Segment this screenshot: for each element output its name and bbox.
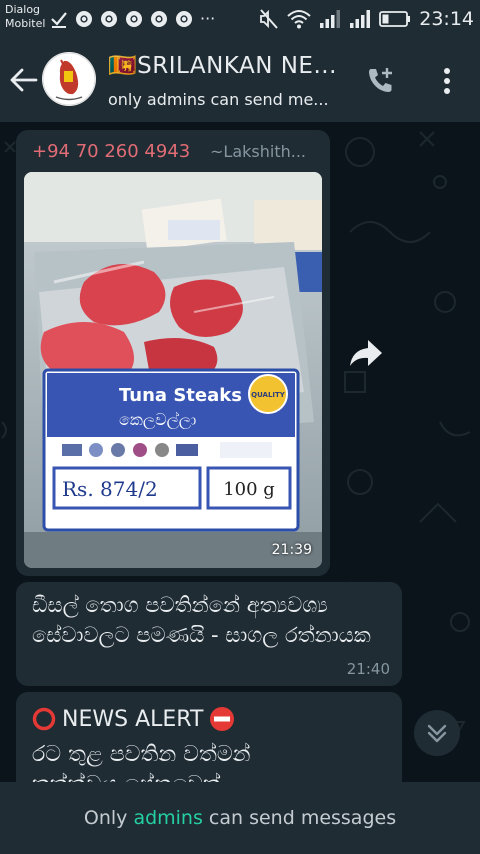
scroll-to-bottom-button[interactable] [414, 710, 460, 756]
status-bar: Dialog Mobitel ··· 23:14 [0, 0, 480, 38]
chrome-icon [151, 10, 167, 27]
image-message-bubble[interactable]: +94 70 260 4943 ~Lakshith... Tuna Steaks… [16, 130, 330, 576]
screen: Dialog Mobitel ··· 23:14 🇱🇰SRILANKAN NE.… [0, 0, 480, 854]
double-chevron-down-icon [427, 724, 447, 743]
quality-seal: QUALITY [251, 391, 286, 399]
news-alert-heading: NEWS ALERT [32, 706, 235, 732]
signal-icon [350, 10, 371, 28]
carrier-line-2: Mobitel [5, 17, 46, 30]
admins-link[interactable]: admins [133, 807, 202, 829]
news-alert-text: NEWS ALERT [62, 706, 204, 732]
red-circle-icon [32, 707, 56, 731]
tuna-steaks-photo: Tuna Steaks කෙලවල්ලා QUALITY Rs. 874/2 1… [24, 172, 322, 568]
message-time: 21:40 [346, 660, 390, 678]
sri-lanka-map-logo [42, 52, 96, 106]
carrier-label: Dialog Mobitel [5, 3, 45, 31]
battery-icon [379, 11, 411, 27]
notice-suffix: can send messages [202, 807, 397, 829]
download-check-icon [51, 11, 67, 28]
chat-title[interactable]: 🇱🇰SRILANKAN NE... [108, 52, 352, 79]
price-tag: Rs. 874/2 [62, 477, 158, 501]
more-notifications: ··· [200, 9, 216, 28]
admins-only-notice: Only admins can send messages [0, 782, 480, 854]
message-photo[interactable]: Tuna Steaks කෙලවල්ලා QUALITY Rs. 874/2 1… [24, 172, 322, 568]
notice-prefix: Only [83, 807, 134, 829]
weight-tag: 100 g [223, 479, 275, 500]
message-list[interactable]: +94 70 260 4943 ~Lakshith... Tuna Steaks… [0, 122, 480, 782]
news-alert-bubble[interactable]: NEWS ALERT රට තුළ පවතින වත්මන් තත්ත්වය ප… [16, 692, 402, 782]
no-entry-icon [210, 707, 235, 731]
notification-icons: ··· [50, 9, 215, 28]
signal-icon [320, 10, 341, 28]
clock: 23:14 [419, 8, 474, 30]
label-sinhala: කෙලවල්ලා [119, 410, 196, 430]
system-icons: 23:14 [259, 7, 474, 31]
carrier-line-1: Dialog [5, 3, 41, 16]
back-arrow-icon[interactable] [8, 64, 40, 96]
forward-icon[interactable] [346, 336, 386, 370]
chat-header: 🇱🇰SRILANKAN NE... only admins can send m… [0, 38, 480, 122]
group-avatar[interactable] [42, 52, 96, 106]
more-vert-icon[interactable] [434, 64, 460, 98]
message-text: ඩීසල් තොග පවතින්නේ අත්‍යවශ්‍ය සේවාවලට පම… [32, 593, 371, 647]
message-time: 21:39 [271, 542, 312, 558]
chat-subtitle[interactable]: only admins can send me... [108, 90, 352, 109]
news-alert-line-3: තත්ත්වය පේනවෙක් [32, 770, 221, 782]
chrome-icon [126, 10, 142, 27]
chrome-icon [101, 10, 117, 27]
text-message-bubble[interactable]: ඩීසල් තොග පවතින්නේ අත්‍යවශ්‍ය සේවාවලට පම… [16, 582, 402, 686]
label-title: Tuna Steaks [119, 385, 242, 406]
mute-icon [260, 9, 278, 29]
add-call-icon[interactable] [364, 64, 398, 98]
chrome-icon [176, 10, 192, 27]
sender-phone[interactable]: +94 70 260 4943 [32, 141, 190, 162]
wifi-icon [287, 10, 311, 29]
chrome-icon [76, 10, 92, 27]
sender-name: ~Lakshith... [210, 142, 306, 161]
news-alert-line-2: රට තුළ පවතින වත්මන් [32, 742, 251, 767]
